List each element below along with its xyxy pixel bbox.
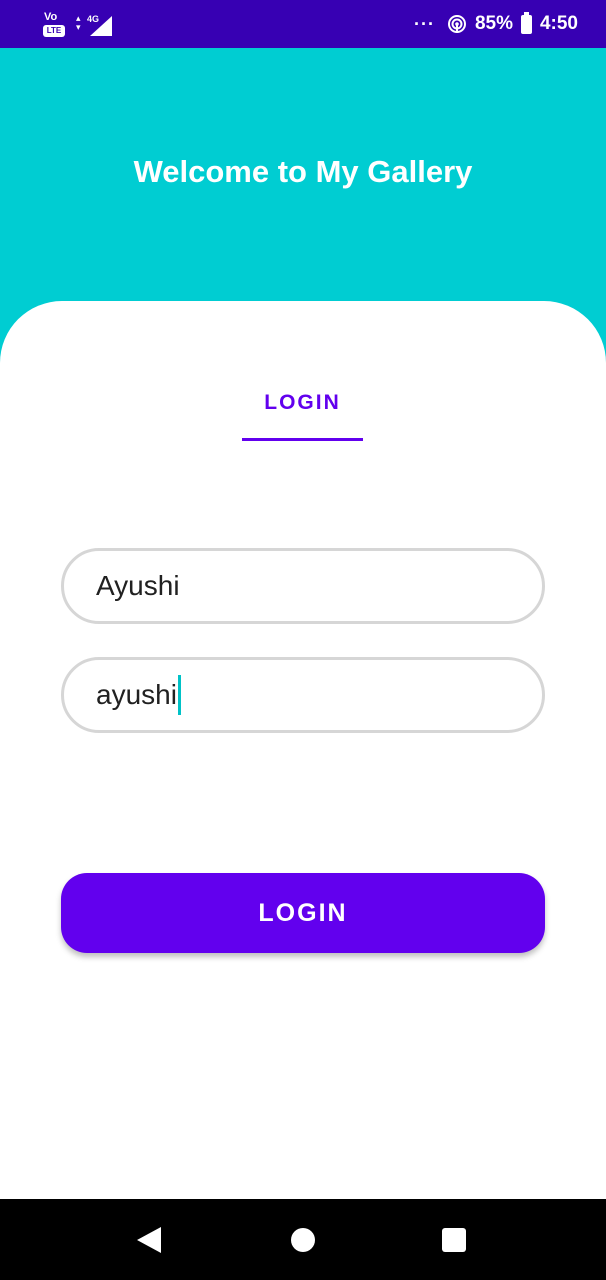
- page-title: Welcome to My Gallery: [133, 154, 473, 189]
- tab-indicator: [242, 438, 363, 441]
- hotspot-icon: [447, 15, 466, 33]
- battery-icon: [520, 11, 532, 34]
- status-bar-right: ··· 85% 4:50: [414, 8, 578, 40]
- back-icon[interactable]: [137, 1227, 161, 1253]
- home-icon[interactable]: [291, 1228, 315, 1252]
- username-value: Ayushi: [96, 570, 180, 601]
- signal-strength-icon: [90, 16, 112, 36]
- status-bar: Vo LTE ▴ ▾ 4G ··· 85% 4:50: [0, 0, 606, 48]
- signal-4g-icon: ▴ ▾ 4G: [76, 12, 112, 38]
- lte-label: LTE: [43, 25, 65, 37]
- battery-percent: 85%: [474, 13, 513, 34]
- more-notifications-icon: ···: [413, 13, 435, 34]
- username-field[interactable]: Ayushi: [61, 548, 545, 624]
- login-button[interactable]: LOGIN: [61, 873, 545, 953]
- clock: 4:50: [539, 13, 578, 34]
- navigation-bar: [0, 1199, 606, 1280]
- status-bar-left: Vo LTE ▴ ▾ 4G: [42, 10, 112, 40]
- login-card: LOGIN Ayushi ayushi LOGIN: [0, 301, 606, 1199]
- password-value-wrap: ayushi: [96, 660, 181, 730]
- tab-login-label: LOGIN: [264, 391, 341, 414]
- recents-icon[interactable]: [442, 1228, 466, 1252]
- data-arrows-icon: ▴ ▾: [76, 13, 81, 32]
- password-value: ayushi: [96, 679, 177, 710]
- volte-icon: Vo LTE: [42, 11, 66, 39]
- text-cursor: [177, 674, 181, 715]
- tab-login[interactable]: LOGIN: [242, 379, 363, 441]
- password-field[interactable]: ayushi: [61, 657, 545, 733]
- volte-label: Vo: [44, 11, 58, 23]
